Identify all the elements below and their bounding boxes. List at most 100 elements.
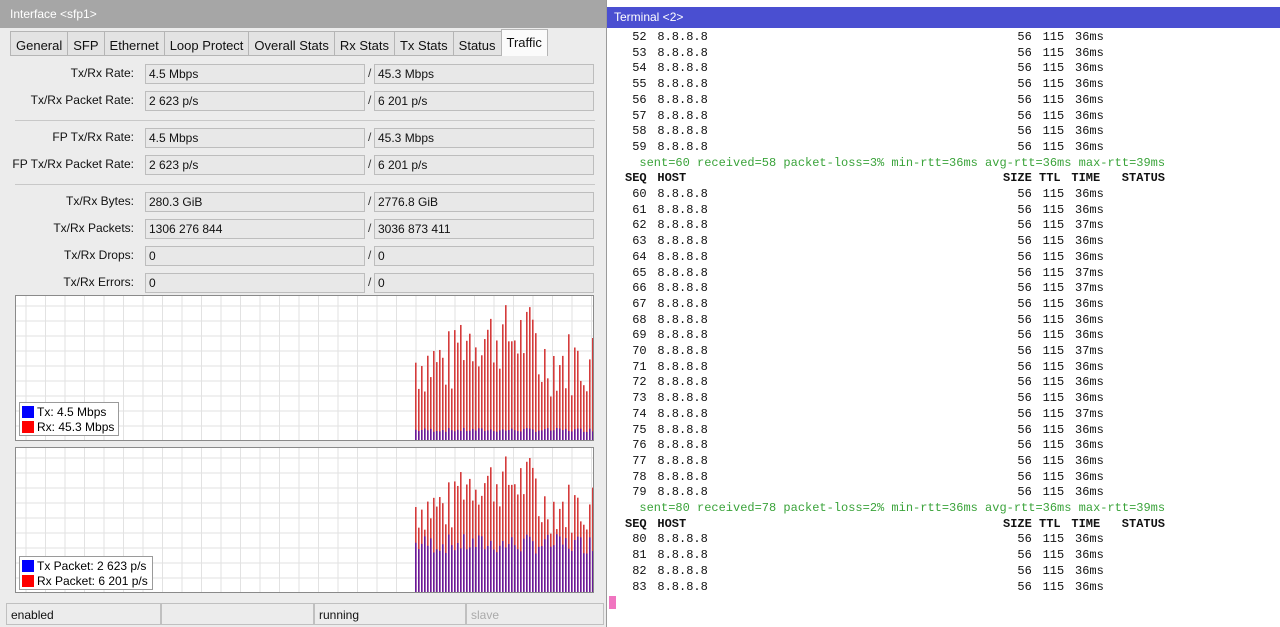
- time-value: 37ms: [1075, 406, 1104, 421]
- tx-bar: [502, 541, 504, 592]
- tab-tx-stats[interactable]: Tx Stats: [393, 31, 453, 56]
- terminal-output[interactable]: 52 8.8.8.8 56 115 36ms 53 8.8.8.8 56 115 36ms 54 8.…: [607, 28, 1280, 627]
- tx-bar: [583, 553, 585, 592]
- seq-value: 75: [632, 422, 647, 437]
- tab-ethernet[interactable]: Ethernet: [103, 31, 164, 56]
- tx-drops-field[interactable]: 0: [145, 246, 365, 266]
- tx-bar: [460, 430, 462, 440]
- seq-value: 72: [632, 375, 647, 390]
- rx-bar: [523, 353, 525, 440]
- separator: /: [368, 221, 372, 235]
- legend-tx: Tx: 4.5 Mbps: [22, 404, 114, 419]
- row-tx-rx-packet-rate: Tx/Rx Packet Rate: 2 623 p/s / 6 201 p/s: [0, 91, 600, 111]
- ttl-value: 115: [1042, 563, 1065, 578]
- fp-tx-rate-field[interactable]: 4.5 Mbps: [145, 128, 365, 148]
- tx-bar: [475, 430, 477, 440]
- tx-bar: [484, 431, 486, 440]
- host-value: 8.8.8.8: [657, 218, 708, 233]
- tx-bytes-field[interactable]: 280.3 GiB: [145, 192, 365, 212]
- header-seq: SEQ: [625, 516, 647, 531]
- traffic-graph: Tx: 4.5 Mbps Rx: 45.3 Mbps: [15, 295, 594, 441]
- tx-bar: [415, 429, 417, 440]
- fp-rx-packet-rate-field[interactable]: 6 201 p/s: [374, 155, 594, 175]
- rx-bar: [529, 307, 531, 440]
- row-label: Tx/Rx Errors:: [63, 275, 134, 289]
- rx-rate-field[interactable]: 45.3 Mbps: [374, 64, 594, 84]
- terminal-cursor: [609, 596, 616, 609]
- tx-bar: [520, 551, 522, 592]
- tx-rate-field[interactable]: 4.5 Mbps: [145, 64, 365, 84]
- tx-bar: [439, 431, 441, 440]
- time-value: 37ms: [1075, 265, 1104, 280]
- tx-bar: [547, 428, 549, 440]
- row-fp-tx-rx-rate: FP Tx/Rx Rate: 4.5 Mbps / 45.3 Mbps: [0, 128, 600, 148]
- rx-bar: [520, 319, 522, 440]
- row-label: Tx/Rx Packets:: [53, 221, 134, 235]
- row-tx-rx-rate: Tx/Rx Rate: 4.5 Mbps / 45.3 Mbps: [0, 64, 600, 84]
- host-value: 8.8.8.8: [657, 202, 708, 217]
- tab-rx-stats[interactable]: Rx Stats: [333, 31, 394, 56]
- rx-drops-field[interactable]: 0: [374, 246, 594, 266]
- tx-packets-field[interactable]: 1306 276 844: [145, 219, 365, 239]
- rx-bar: [460, 324, 462, 440]
- tx-bar: [505, 547, 507, 592]
- tx-bar: [508, 430, 510, 440]
- rx-bar: [436, 362, 438, 440]
- time-value: 36ms: [1075, 438, 1104, 453]
- tx-bar: [586, 553, 588, 592]
- rx-packets-field[interactable]: 3036 873 411: [374, 219, 594, 239]
- row-fp-tx-rx-packet-rate: FP Tx/Rx Packet Rate: 2 623 p/s / 6 201 …: [0, 155, 600, 175]
- tx-errors-field[interactable]: 0: [145, 273, 365, 293]
- seq-value: 55: [632, 77, 647, 92]
- tx-bar: [580, 537, 582, 592]
- tab-general[interactable]: General: [10, 31, 68, 56]
- tx-bar: [472, 538, 474, 592]
- seq-value: 83: [632, 579, 647, 594]
- ttl-value: 115: [1042, 61, 1065, 76]
- tx-bar: [415, 542, 417, 592]
- host-value: 8.8.8.8: [657, 281, 708, 296]
- fp-rx-rate-field[interactable]: 45.3 Mbps: [374, 128, 594, 148]
- tx-bar: [535, 553, 537, 592]
- tx-bar: [442, 544, 444, 592]
- tab-overall-stats[interactable]: Overall Stats: [248, 31, 334, 56]
- terminal-window-title[interactable]: Terminal <2>: [607, 7, 1280, 28]
- seq-value: 59: [632, 139, 647, 154]
- tx-bar: [451, 545, 453, 592]
- tx-bar: [523, 538, 525, 592]
- tx-bar: [442, 430, 444, 440]
- tx-packet-rate-field[interactable]: 2 623 p/s: [145, 91, 365, 111]
- rx-bar: [415, 362, 417, 440]
- seq-value: 73: [632, 391, 647, 406]
- header-status: STATUS: [1121, 171, 1166, 186]
- row-tx-rx-errors: Tx/Rx Errors: 0 / 0: [0, 273, 600, 293]
- separator: /: [368, 93, 372, 107]
- host-value: 8.8.8.8: [657, 391, 708, 406]
- rx-bar: [499, 368, 501, 440]
- terminal-window: Terminal <2> 52 8.8.8.8 56 115 36ms 53 8.8.8.8…: [607, 0, 1280, 627]
- tab-loop-protect[interactable]: Loop Protect: [163, 31, 249, 56]
- separator: /: [368, 194, 372, 208]
- size-value: 56: [1017, 548, 1032, 563]
- rx-errors-field[interactable]: 0: [374, 273, 594, 293]
- fp-tx-packet-rate-field[interactable]: 2 623 p/s: [145, 155, 365, 175]
- rx-packet-rate-field[interactable]: 6 201 p/s: [374, 91, 594, 111]
- host-value: 8.8.8.8: [657, 296, 708, 311]
- host-value: 8.8.8.8: [657, 579, 708, 594]
- tab-sfp[interactable]: SFP: [67, 31, 104, 56]
- size-value: 56: [1017, 312, 1032, 327]
- time-value: 36ms: [1075, 30, 1104, 44]
- tx-bar: [538, 546, 540, 592]
- ttl-value: 115: [1042, 124, 1065, 139]
- host-value: 8.8.8.8: [657, 30, 708, 44]
- tab-status[interactable]: Status: [452, 31, 501, 56]
- rx-bytes-field[interactable]: 2776.8 GiB: [374, 192, 594, 212]
- interface-window-title[interactable]: Interface <sfp1>: [0, 0, 606, 28]
- row-label: Tx/Rx Packet Rate:: [30, 93, 134, 107]
- rx-bar: [553, 355, 555, 440]
- size-value: 56: [1017, 296, 1032, 311]
- host-value: 8.8.8.8: [657, 422, 708, 437]
- tx-bar: [583, 431, 585, 440]
- time-value: 36ms: [1075, 234, 1104, 249]
- tab-traffic[interactable]: Traffic: [500, 29, 548, 56]
